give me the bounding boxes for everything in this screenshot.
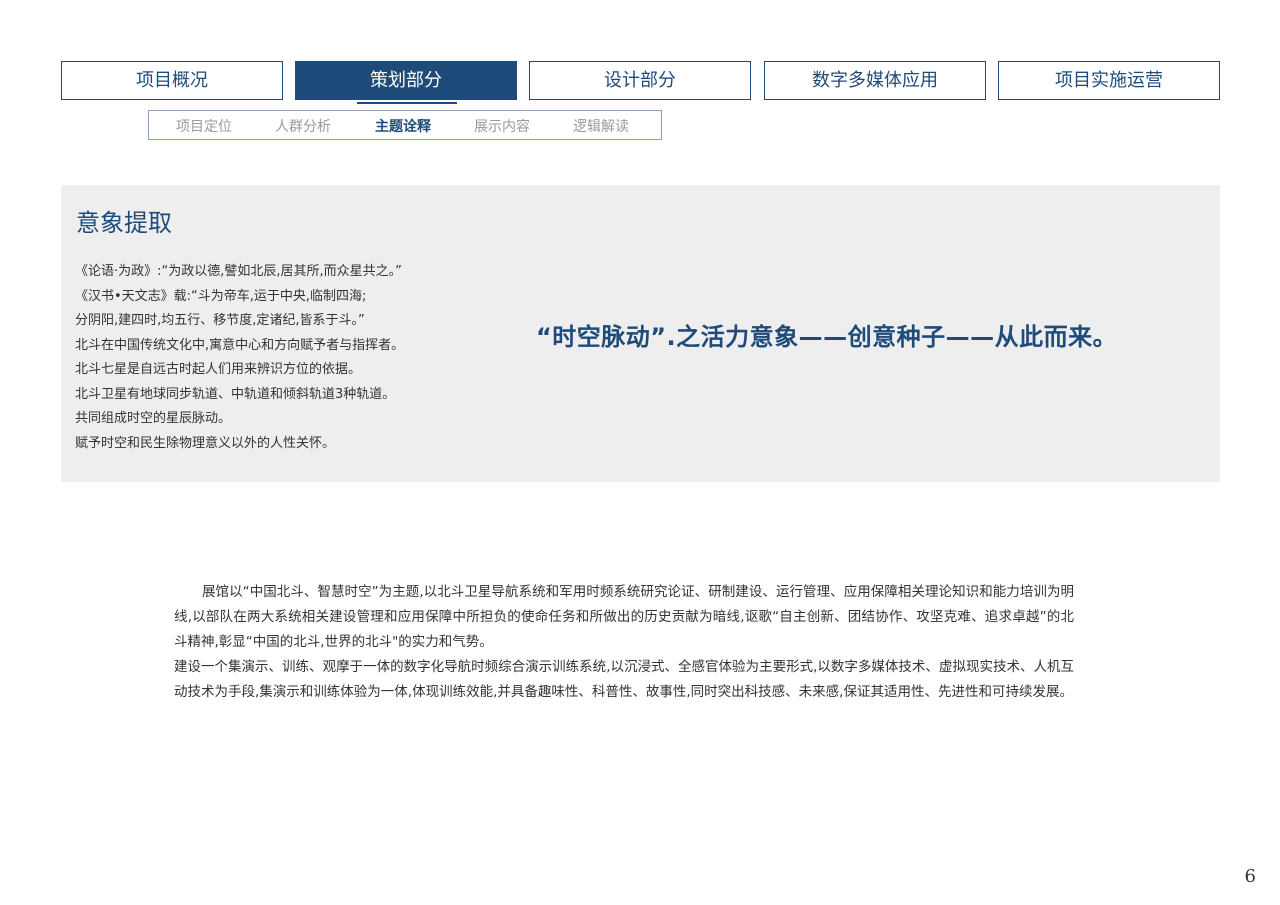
quote-line: 北斗在中国传统文化中,寓意中心和方向赋予者与指挥者。	[75, 337, 405, 353]
quote-line: 分阴阳,建四时,均五行、移节度,定诸纪,皆系于斗。”	[75, 313, 365, 328]
subtab-positioning[interactable]: 项目定位	[176, 116, 232, 136]
main-nav-tabs: 项目概况 策划部分 设计部分 数字多媒体应用 项目实施运营	[61, 61, 1220, 100]
tab-project-overview[interactable]: 项目概况	[61, 61, 283, 100]
subtab-theme-interpretation[interactable]: 主题诠释	[375, 116, 431, 136]
quote-list: 《论语·为政》:“为政以德,譬如北辰,居其所,而众星共之。” 《汉书•天文志》载…	[75, 260, 495, 456]
active-tab-indicator	[357, 102, 457, 104]
page-number: 6	[1244, 866, 1256, 887]
panel-title: 意象提取	[76, 209, 172, 237]
subtab-logic-interpretation[interactable]: 逻辑解读	[573, 116, 629, 136]
quote-line: 赋予时空和民生除物理意义以外的人性关怀。	[75, 435, 336, 451]
slogan: “时空脉动”.之活力意象——创意种子——从此而来。	[536, 323, 1118, 351]
imagery-panel: 意象提取 《论语·为政》:“为政以德,譬如北辰,居其所,而众星共之。” 《汉书•…	[61, 185, 1220, 482]
sub-nav: 项目定位 人群分析 主题诠释 展示内容 逻辑解读	[148, 110, 662, 140]
quote-line: 共同组成时空的星辰脉动。	[75, 411, 232, 426]
quote-line: 北斗七星是自远古时起人们用来辨识方位的依据。	[75, 362, 362, 377]
tab-planning[interactable]: 策划部分	[295, 61, 517, 100]
quote-line: 北斗卫星有地球同步轨道、中轨道和倾斜轨道3种轨道。	[75, 386, 396, 402]
subtab-audience-analysis[interactable]: 人群分析	[275, 116, 331, 136]
quote-line: 《汉书•天文志》载:“斗为帝车,运于中央,临制四海;	[75, 288, 367, 304]
tab-design[interactable]: 设计部分	[529, 61, 751, 100]
body-paragraph: 建设一个集演示、训练、观摩于一体的数字化导航时频综合演示训练系统,以沉浸式、全感…	[174, 659, 1074, 700]
tab-digital-multimedia[interactable]: 数字多媒体应用	[764, 61, 986, 100]
body-text: 展馆以“中国北斗、智慧时空”为主题,以北斗卫星导航系统和军用时频系统研究论证、研…	[174, 580, 1074, 705]
tab-project-operation[interactable]: 项目实施运营	[998, 61, 1220, 100]
subtab-exhibit-content[interactable]: 展示内容	[474, 116, 530, 136]
body-paragraph: 展馆以“中国北斗、智慧时空”为主题,以北斗卫星导航系统和军用时频系统研究论证、研…	[174, 584, 1074, 650]
quote-line: 《论语·为政》:“为政以德,譬如北辰,居其所,而众星共之。”	[75, 264, 402, 279]
